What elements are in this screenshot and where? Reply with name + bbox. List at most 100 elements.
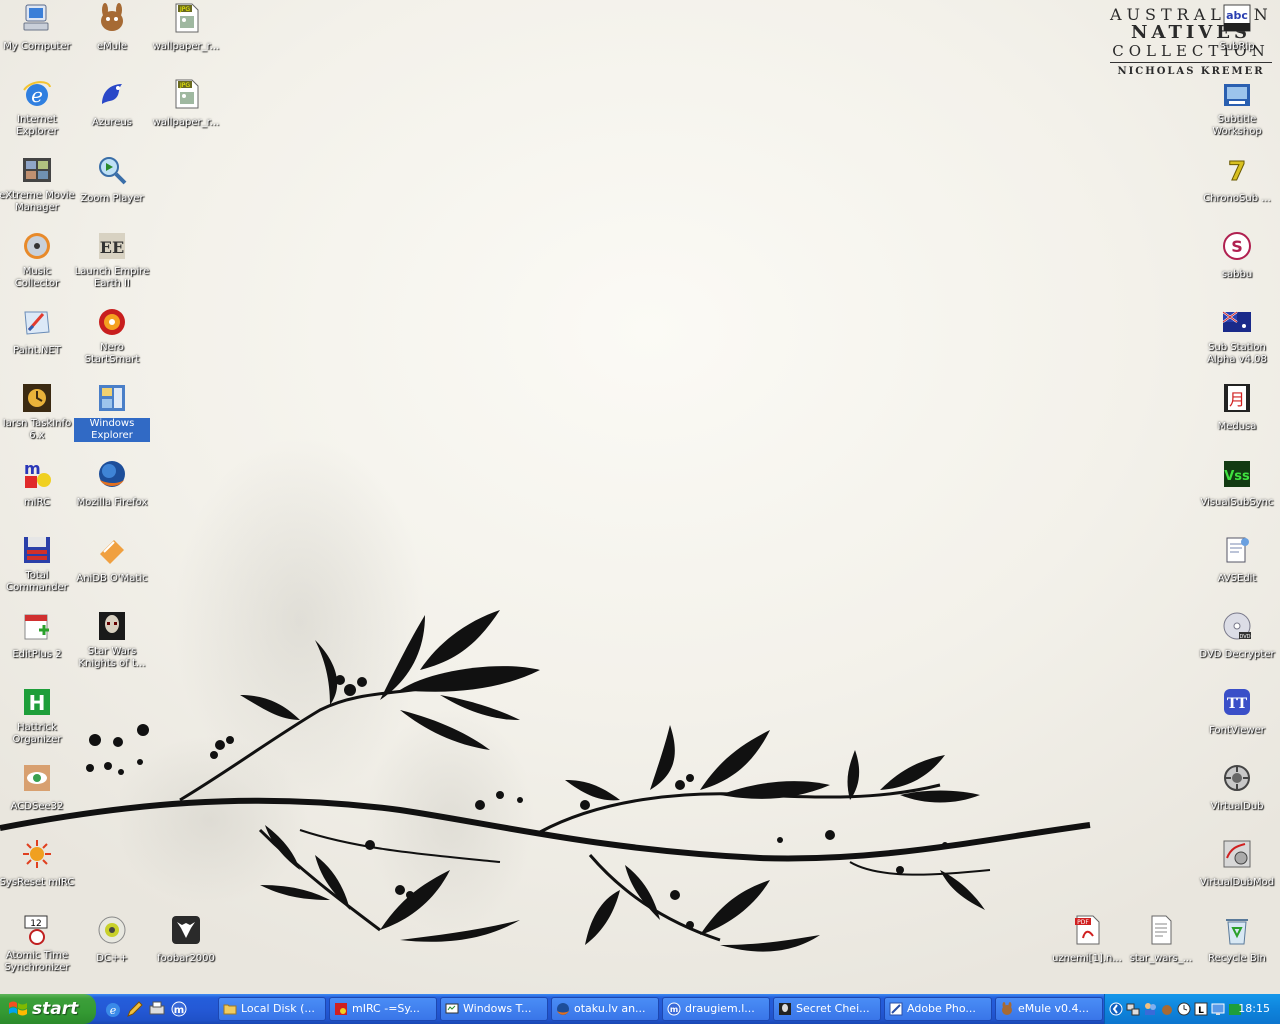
desktop-icon-empire-earth[interactable]: EE Launch Empire Earth II [74, 228, 150, 300]
desktop-icon-label: mIRC [23, 497, 51, 508]
desktop: AUSTRALIAN NATIVES COLLECTION NICHOLAS K… [0, 0, 1280, 994]
task-label: Adobe Pho... [907, 1002, 976, 1015]
desktop-icon-label: Launch Empire Earth II [74, 266, 150, 289]
desktop-icon-mirc[interactable]: m mIRC [0, 456, 75, 528]
desktop-icon-music-collector[interactable]: Music Collector [0, 228, 75, 300]
task-secret-chat[interactable]: Secret Chei... [773, 997, 881, 1021]
desktop-icon-extreme-movie-manager[interactable]: eXtreme Movie Manager [0, 152, 75, 224]
desktop-icon-avsedit[interactable]: AVSEdit [1199, 532, 1275, 604]
firefox-icon [96, 458, 128, 490]
svg-text:L: L [1198, 1006, 1204, 1016]
desktop-icon-label: Zoom Player [80, 193, 144, 204]
desktop-icon-paint-net[interactable]: Paint.NET [0, 304, 75, 376]
desktop-icon-visualsubsync[interactable]: Vss VisualSubSync [1199, 456, 1275, 528]
desktop-icon-hattrick-organizer[interactable]: H Hattrick Organizer [0, 684, 75, 756]
firefox-icon [557, 1003, 569, 1015]
desktop-icon-label: Mozilla Firefox [76, 497, 148, 508]
desktop-icon-acdsee[interactable]: ACDSee32 [0, 760, 75, 832]
nero-icon [96, 306, 128, 338]
desktop-icon-label: EditPlus 2 [12, 649, 62, 660]
desktop-icon-fontviewer[interactable]: TT FontViewer [1199, 684, 1275, 756]
start-button[interactable]: start [0, 994, 96, 1024]
desktop-icon-star-wars-kotor[interactable]: Star Wars Knights of t... [74, 608, 150, 680]
desktop-icon-editplus[interactable]: EditPlus 2 [0, 608, 75, 680]
emule-icon [1002, 1002, 1012, 1015]
desktop-icon-label: ChronoSub ... [1203, 193, 1271, 204]
desktop-icon-wallpaper-1[interactable]: JPG wallpaper_r... [148, 0, 224, 72]
desktop-icon-iarsn-taskinfo[interactable]: Iarsn TaskInfo 6.x [0, 380, 75, 452]
tray-clock-icon[interactable] [1177, 1001, 1191, 1017]
task-windows-task-manager[interactable]: Windows T... [440, 997, 548, 1021]
task-local-disk[interactable]: Local Disk (... [218, 997, 326, 1021]
desktop-icon-my-computer[interactable]: My Computer [0, 0, 75, 72]
desktop-icon-label: Azureus [91, 117, 133, 128]
desktop-icon-subtitle-workshop[interactable]: Subtitle Workshop [1199, 76, 1275, 148]
task-draugiem[interactable]: m draugiem.l... [662, 997, 770, 1021]
task-manager-icon [445, 1003, 459, 1014]
desktop-icon-azureus[interactable]: Azureus [74, 76, 150, 148]
desktop-icon-label: Iarsn TaskInfo 6.x [2, 418, 72, 441]
desktop-icon-uznemi-pdf[interactable]: PDF uznemi[1].n... [1049, 912, 1125, 984]
jpg-file-icon: JPG [170, 2, 202, 34]
recycle-bin-icon [1221, 914, 1253, 946]
desktop-icon-label: AniDB O'Matic [76, 573, 148, 584]
desktop-icon-dcpp[interactable]: DC++ [74, 912, 150, 984]
desktop-icon-label: Medusa [1217, 421, 1257, 432]
desktop-icon-total-commander[interactable]: Total Commander [0, 532, 75, 604]
task-emule[interactable]: eMule v0.4... [995, 997, 1103, 1021]
desktop-icon-recycle-bin[interactable]: Recycle Bin [1199, 912, 1275, 984]
desktop-icon-emule[interactable]: eMule [74, 0, 150, 72]
desktop-icon-mozilla-firefox[interactable]: Mozilla Firefox [74, 456, 150, 528]
tray-monitor-icon[interactable] [1211, 1001, 1225, 1017]
svg-text:DVD: DVD [1239, 634, 1250, 640]
desktop-icon-atomic-time-synchronizer[interactable]: 12 Atomic Time Synchronizer [0, 912, 75, 984]
pdf-file-icon: PDF [1071, 914, 1103, 946]
desktop-icon-medusa[interactable]: 月 Medusa [1199, 380, 1275, 452]
desktop-icon-label: Music Collector [14, 266, 60, 289]
desktop-icon-internet-explorer[interactable]: e Internet Explorer [0, 76, 75, 148]
desktop-icon-star-wars-txt[interactable]: star_wars_... [1123, 912, 1199, 984]
svg-text:S: S [1231, 237, 1243, 256]
task-otaku-firefox[interactable]: otaku.lv an... [551, 997, 659, 1021]
desktop-icon-subrip[interactable]: abc SubRip [1199, 0, 1275, 72]
desktop-icon-label: Total Commander [6, 570, 68, 593]
desktop-icon-chronosub[interactable]: 7 ChronoSub ... [1199, 152, 1275, 224]
task-label: draugiem.l... [685, 1002, 755, 1015]
desktop-icon-label: AVSEdit [1217, 573, 1257, 584]
svg-text:EE: EE [100, 238, 124, 257]
desktop-icon-dvd-decrypter[interactable]: DVD DVD Decrypter [1199, 608, 1275, 680]
desktop-icon-nero-startsmart[interactable]: Nero StartSmart [74, 304, 150, 376]
ie-quicklaunch-icon[interactable]: e [104, 1000, 122, 1018]
svg-text:e: e [110, 1004, 117, 1017]
pencil-quicklaunch-icon[interactable] [126, 1000, 144, 1018]
miranda-quicklaunch-icon[interactable]: m [170, 1000, 188, 1018]
desktop-icon-windows-explorer[interactable]: Windows Explorer [74, 380, 150, 452]
tray-clock[interactable]: 18:15 [1238, 994, 1270, 1024]
desktop-icon-label: Hattrick Organizer [12, 722, 62, 745]
desktop-icon-label: uznemi[1].n... [1052, 953, 1122, 964]
tray-users-icon[interactable] [1143, 1001, 1157, 1017]
tray-network-icon[interactable] [1126, 1001, 1140, 1017]
tray-language-icon[interactable]: L [1194, 1001, 1208, 1017]
chronosub-icon: 7 [1221, 154, 1253, 187]
emule-icon [96, 2, 128, 34]
tray-emule-icon[interactable] [1160, 1001, 1174, 1017]
tray-expand-icon[interactable] [1109, 1001, 1123, 1017]
desktop-icon-anidb-omatic[interactable]: AniDB O'Matic [74, 532, 150, 604]
printer-quicklaunch-icon[interactable] [148, 1000, 166, 1018]
editplus-icon [21, 610, 53, 642]
task-mirc[interactable]: mIRC -=Sy... [329, 997, 437, 1021]
desktop-icon-label: SubRip [1219, 41, 1255, 52]
desktop-icon-label: Star Wars Knights of t... [78, 646, 146, 669]
desktop-icon-zoom-player[interactable]: Zoom Player [74, 152, 150, 224]
desktop-icon-sabbu[interactable]: S sabbu [1199, 228, 1275, 300]
desktop-icon-virtualdubmod[interactable]: VirtualDubMod [1199, 836, 1275, 908]
desktop-icon-wallpaper-2[interactable]: JPG wallpaper_r... [148, 76, 224, 148]
medusa-icon: 月 [1221, 382, 1253, 414]
desktop-icon-virtualdub[interactable]: VirtualDub [1199, 760, 1275, 832]
task-adobe-photoshop[interactable]: Adobe Pho... [884, 997, 992, 1021]
windows-flag-icon [9, 1001, 27, 1016]
desktop-icon-sub-station-alpha[interactable]: Sub Station Alpha v4.08 [1199, 304, 1275, 376]
desktop-icon-foobar2000[interactable]: foobar2000 [148, 912, 224, 984]
desktop-icon-sysreset-mirc[interactable]: SysReset mIRC [0, 836, 75, 908]
